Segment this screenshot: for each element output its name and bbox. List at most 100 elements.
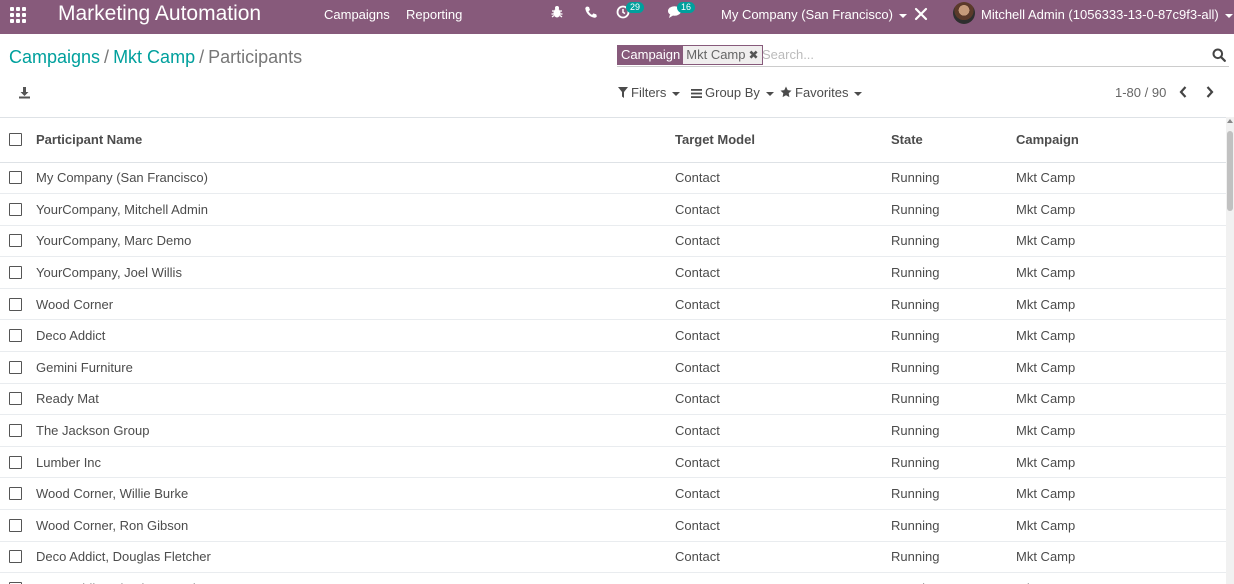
bug-icon[interactable] [550,5,570,25]
cell-target-model[interactable]: Contact [675,446,891,479]
column-target-model[interactable]: Target Model [675,118,891,163]
cell-state[interactable]: Running [891,256,1016,289]
row-checkbox[interactable] [9,518,22,532]
table-row[interactable]: Deco Addict, Douglas Fletcher Contact Runn… [0,541,1226,574]
cell-state[interactable]: Running [891,509,1016,542]
cell-campaign[interactable]: Mkt Camp [1016,288,1226,321]
row-checkbox[interactable] [9,487,22,501]
cell-state[interactable]: Running [891,225,1016,258]
cell-state[interactable]: Running [891,414,1016,447]
row-checkbox[interactable] [9,266,22,280]
table-row[interactable]: YourCompany, Mitchell Admin Contact Runnin… [0,193,1226,226]
cell-target-model[interactable]: Contact [675,256,891,289]
cell-participant-name[interactable]: YourCompany, Marc Demo [36,225,675,258]
cell-participant-name[interactable]: Wood Corner [36,288,675,321]
messages-icon[interactable]: 16 [667,2,696,25]
cell-target-model[interactable]: Contact [675,509,891,542]
cell-target-model[interactable]: Contact [675,351,891,384]
row-checkbox[interactable] [9,297,22,311]
row-checkbox[interactable] [9,234,22,248]
cell-participant-name[interactable]: YourCompany, Joel Willis [36,256,675,289]
cell-target-model[interactable]: Contact [675,319,891,353]
cell-participant-name[interactable]: Deco Addict, Douglas Fletcher [36,541,675,574]
search-input[interactable] [762,47,1192,62]
row-checkbox[interactable] [9,455,22,469]
search-icon[interactable] [1212,48,1226,62]
row-checkbox[interactable] [9,202,22,216]
cell-campaign[interactable]: Mkt Camp [1016,319,1226,353]
column-campaign[interactable]: Campaign [1016,118,1226,163]
pager-value[interactable]: 1-80 / 90 [1115,85,1166,101]
cell-campaign[interactable]: Mkt Camp [1016,541,1226,574]
cell-campaign[interactable]: Mkt Camp [1016,351,1226,384]
cell-target-model[interactable]: Contact [675,572,891,584]
cell-campaign[interactable]: Mkt Camp [1016,446,1226,479]
cell-target-model[interactable]: Contact [675,193,891,226]
phone-icon[interactable] [584,5,604,25]
cell-participant-name[interactable]: Ready Mat [36,383,675,416]
cell-target-model[interactable]: Contact [675,541,891,574]
table-row[interactable]: Deco Addict Contact Running Mkt Camp [0,319,1226,353]
cell-state[interactable]: Running [891,477,1016,511]
table-row[interactable]: Wood Corner Contact Running Mkt Camp [0,288,1226,321]
table-row[interactable]: Gemini Furniture Contact Running Mkt Camp [0,351,1226,384]
chevron-left-icon[interactable] [1178,85,1192,101]
cell-participant-name[interactable]: My Company (San Francisco) [36,162,675,195]
tools-icon[interactable] [914,7,934,27]
cell-campaign[interactable]: Mkt Camp [1016,414,1226,447]
cell-target-model[interactable]: Contact [675,477,891,511]
cell-target-model[interactable]: Contact [675,383,891,416]
table-row[interactable]: The Jackson Group Contact Running Mkt Camp [0,414,1226,447]
scrollbar[interactable] [1226,117,1234,584]
table-row[interactable]: My Company (San Francisco) Contact Running… [0,162,1226,195]
table-row[interactable]: Deco Addict, Floyd StewardContactRunning… [0,572,1226,584]
menu-reporting[interactable]: Reporting [406,7,462,23]
cell-participant-name[interactable]: Wood Corner, Ron Gibson [36,509,675,542]
company-switcher[interactable]: My Company (San Francisco) [721,7,907,23]
cell-state[interactable]: Running [891,541,1016,574]
cell-target-model[interactable]: Contact [675,225,891,258]
table-row[interactable]: Ready Mat Contact Running Mkt Camp [0,383,1226,416]
facet-remove-icon[interactable]: ✖ [748,46,762,64]
user-menu[interactable]: Mitchell Admin (1056333-13-0-87c9f3-all) [981,7,1233,23]
table-row[interactable]: Wood Corner, Ron Gibson Contact Running Mkt… [0,509,1226,542]
cell-state[interactable]: Running [891,319,1016,353]
column-participant-name[interactable]: Participant Name [36,118,675,163]
table-row[interactable]: YourCompany, Marc Demo Contact Running Mkt … [0,225,1226,258]
cell-participant-name[interactable]: Deco Addict [36,319,675,353]
cell-state[interactable]: Running [891,572,1016,584]
cell-state[interactable]: Running [891,162,1016,195]
cell-participant-name[interactable]: The Jackson Group [36,414,675,447]
avatar[interactable] [953,2,975,24]
cell-state[interactable]: Running [891,288,1016,321]
row-checkbox[interactable] [9,392,22,406]
cell-participant-name[interactable]: YourCompany, Mitchell Admin [36,193,675,226]
menu-campaigns[interactable]: Campaigns [324,7,390,23]
scroll-up-arrow-icon[interactable] [1227,119,1233,123]
cell-state[interactable]: Running [891,351,1016,384]
filters-button[interactable]: Filters [618,85,681,102]
cell-target-model[interactable]: Contact [675,414,891,447]
column-state[interactable]: State [891,118,1016,163]
cell-campaign[interactable]: Mkt Camp [1016,225,1226,258]
cell-state[interactable]: Running [891,193,1016,226]
app-title[interactable]: Marketing Automation [58,2,261,26]
table-row[interactable]: YourCompany, Joel Willis Contact Running Mk… [0,256,1226,289]
cell-campaign[interactable]: Mkt Camp [1016,256,1226,289]
row-checkbox[interactable] [9,171,22,185]
activity-clock-icon[interactable]: 29 [616,2,645,25]
cell-target-model[interactable]: Contact [675,162,891,195]
favorites-button[interactable]: Favorites [780,85,863,102]
row-checkbox[interactable] [9,550,22,564]
group-by-button[interactable]: Group By [691,85,774,102]
scrollbar-thumb[interactable] [1227,131,1233,211]
cell-campaign[interactable]: Mkt Camp [1016,509,1226,542]
select-all-checkbox[interactable] [9,133,22,147]
cell-participant-name[interactable]: Gemini Furniture [36,351,675,384]
cell-campaign[interactable]: Mkt Camp [1016,477,1226,511]
chevron-right-icon[interactable] [1205,85,1219,101]
table-row[interactable]: Wood Corner, Willie Burke Contact Running M… [0,477,1226,511]
row-checkbox[interactable] [9,329,22,343]
cell-campaign[interactable]: Mkt Camp [1016,193,1226,226]
apps-menu-icon[interactable] [10,7,26,23]
